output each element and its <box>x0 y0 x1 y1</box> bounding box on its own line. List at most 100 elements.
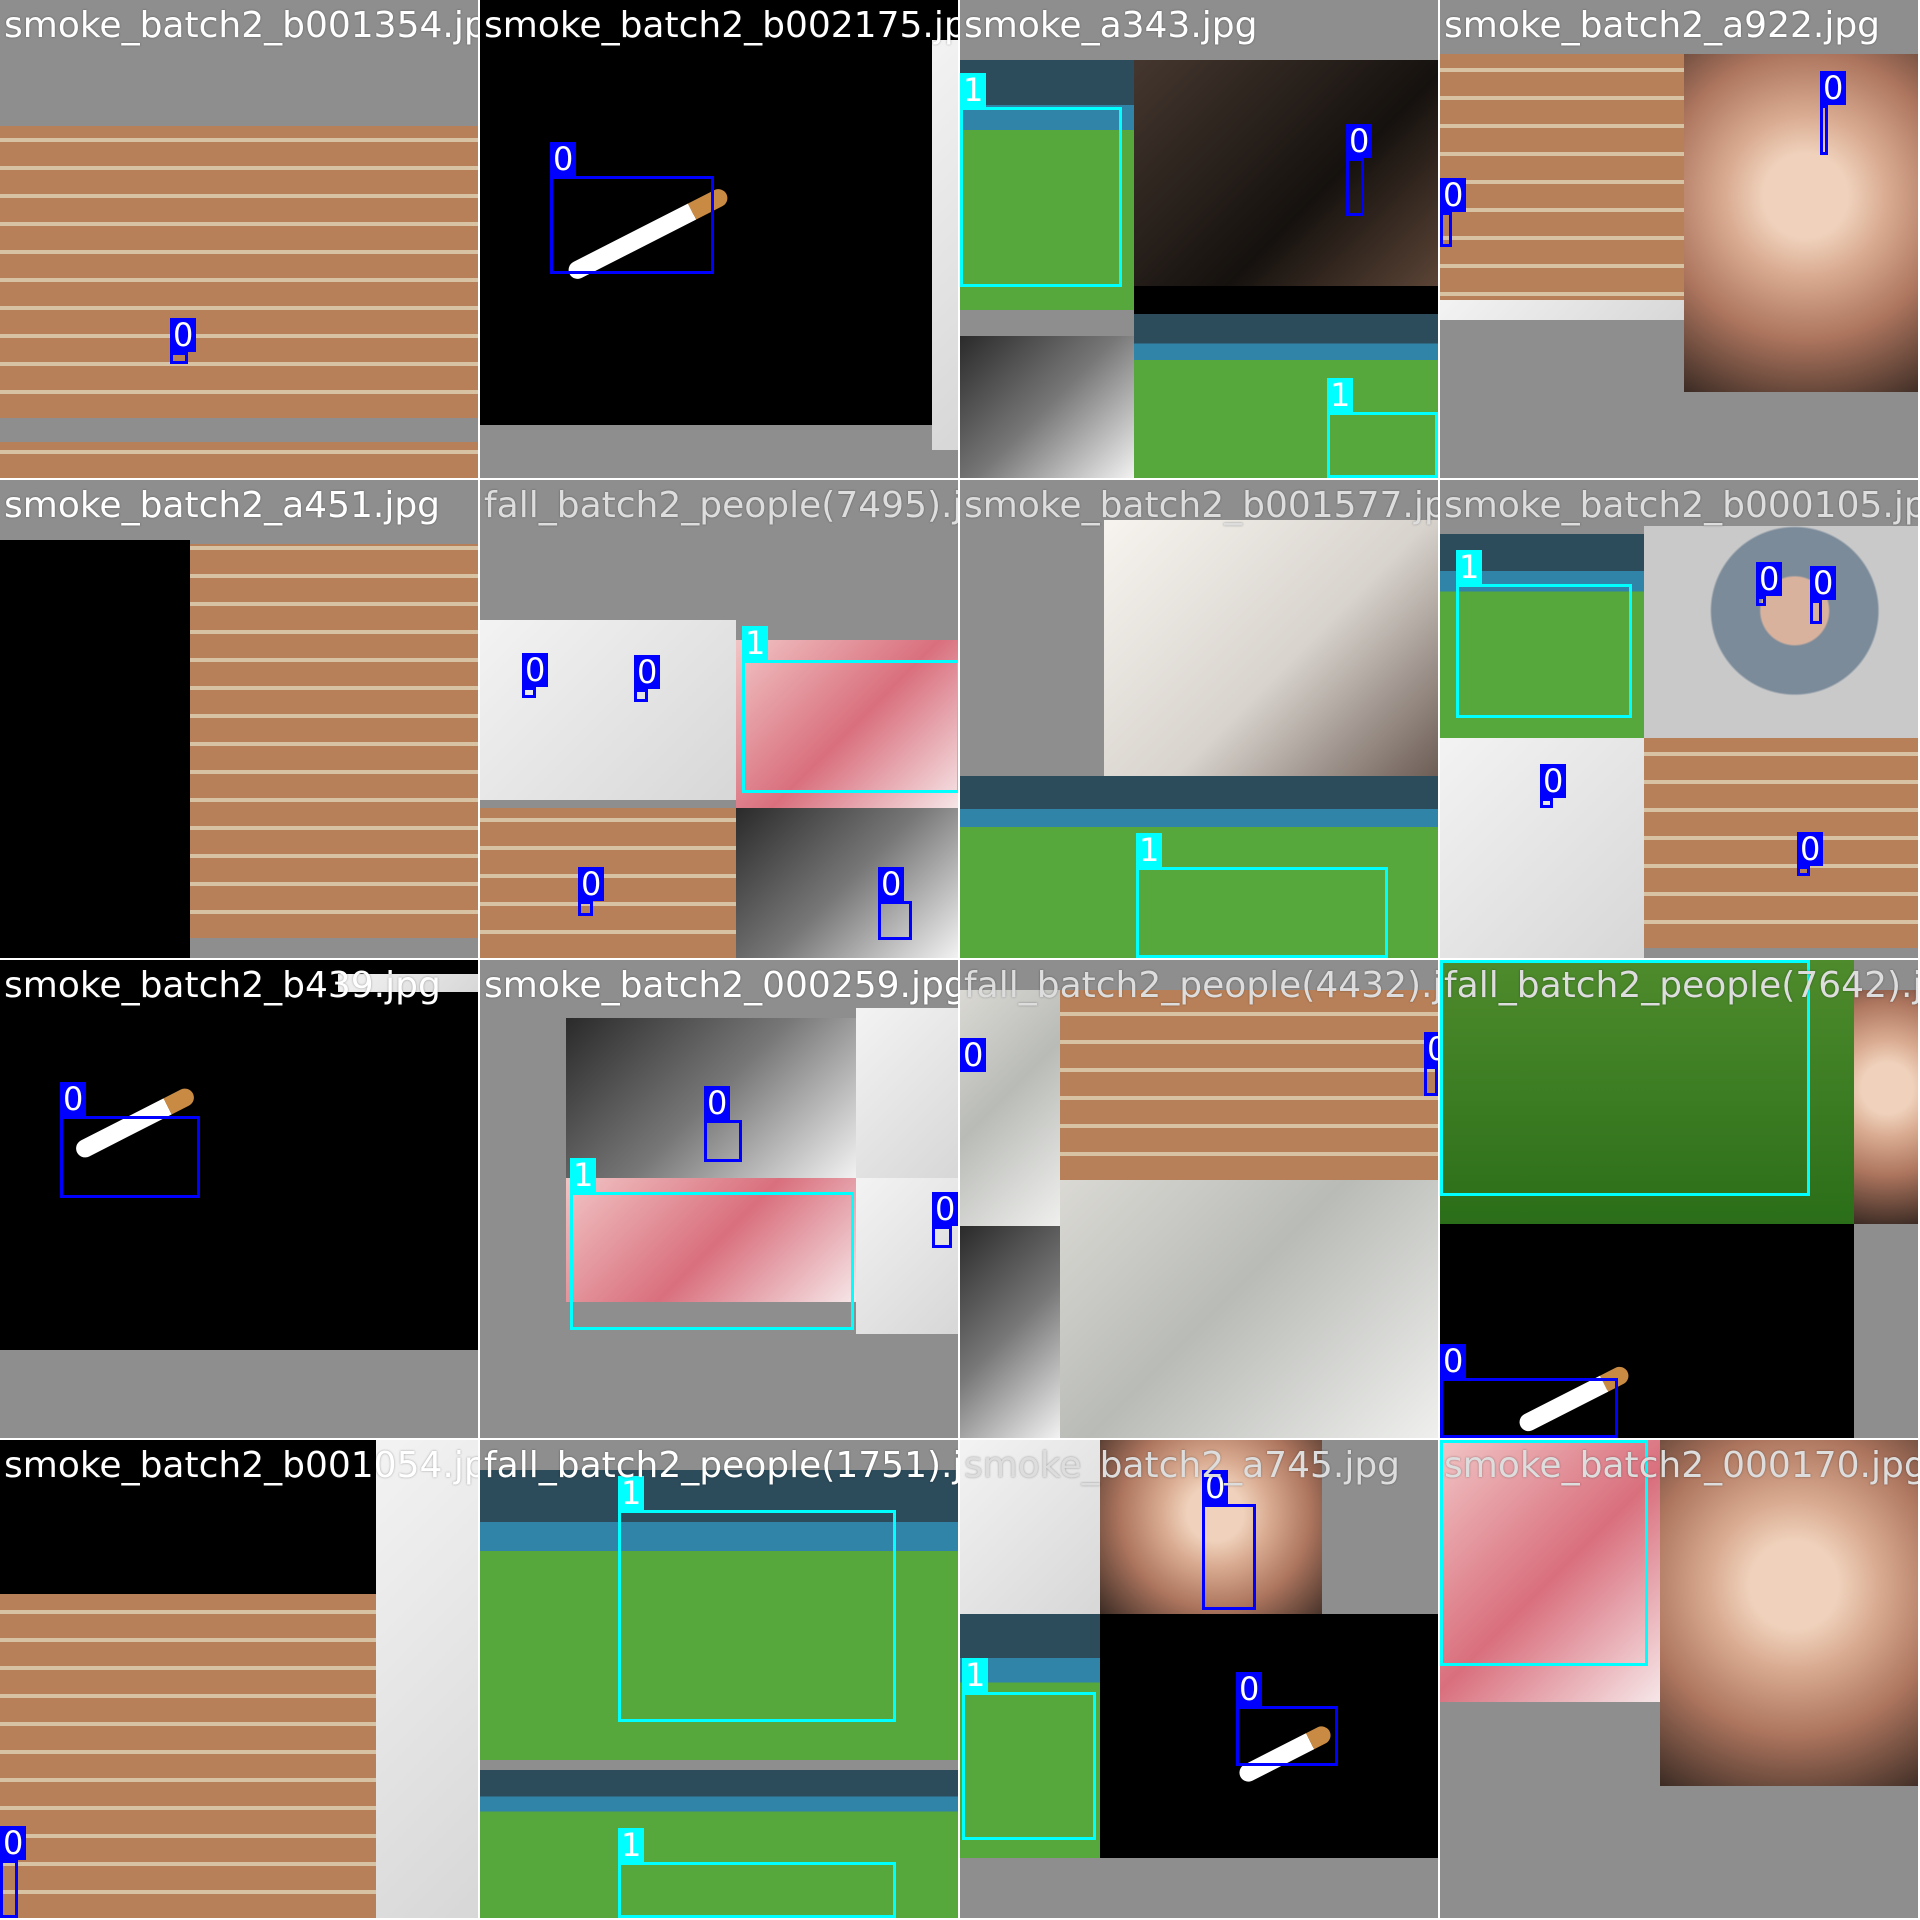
image-tile: smoke_batch2_a451.jpg <box>0 480 478 958</box>
training-batch-mosaic: 0 smoke_batch2_b001354.jpg 0 smoke_batch2_b… <box>0 0 1920 1920</box>
image-tile: 1smoke_batch2_000170.jpg <box>1440 1440 1918 1918</box>
detection-box-class-1: 1 <box>962 1658 1096 1840</box>
detection-box-class-1: 1 <box>618 1476 896 1722</box>
image-content-patch <box>0 442 478 478</box>
detection-box-class-0: 0 <box>1540 764 1567 808</box>
detection-box-class-0: 0 <box>522 653 549 698</box>
image-content-patch <box>1684 54 1918 392</box>
detection-box-class-0: 0 <box>932 1192 958 1248</box>
detection-box-class-1: 1 <box>570 1158 854 1330</box>
image-content-patch <box>960 336 1134 478</box>
detection-label: 0 <box>932 1192 958 1226</box>
image-filename: smoke_a343.jpg <box>964 5 1258 46</box>
detection-label: 0 <box>878 867 905 901</box>
image-content-patch <box>1854 990 1918 1224</box>
detection-box-class-1: 1 <box>1456 550 1632 718</box>
image-content-patch <box>1644 738 1918 948</box>
image-tile: 101fall_batch2_people(7642).jpg <box>1440 960 1918 1438</box>
detection-label: 1 <box>570 1158 597 1192</box>
detection-label: 1 <box>618 1828 645 1862</box>
detection-label: 0 <box>960 1038 987 1072</box>
detection-box-class-1: 1 <box>960 73 1122 287</box>
image-filename: smoke_batch2_b000105.jpg <box>1444 485 1918 526</box>
image-filename: fall_batch2_people(4432).jpg <box>964 965 1438 1006</box>
detection-label: 0 <box>1810 566 1837 600</box>
detection-box-class-0: 0 <box>1756 562 1783 606</box>
detection-label: 0 <box>704 1086 731 1120</box>
detection-label: 0 <box>60 1082 87 1116</box>
detection-box-class-0: 0 <box>1236 1672 1338 1766</box>
detection-label: 1 <box>962 1658 989 1692</box>
detection-box-class-0: 0 <box>170 318 197 364</box>
image-tile: 100001smoke_batch2_b000105.jpg <box>1440 480 1918 958</box>
detection-box-class-0: 0 <box>1440 1344 1618 1438</box>
detection-box-class-0: 0 <box>1346 124 1373 216</box>
image-content-patch <box>1060 990 1438 1180</box>
detection-box-class-0: 0 <box>960 1038 987 1072</box>
image-content-patch <box>1104 520 1438 780</box>
detection-label: 1 <box>960 73 987 107</box>
detection-label: 0 <box>170 318 197 352</box>
detection-box-class-0: 0 <box>1810 566 1837 624</box>
image-content-patch <box>736 808 958 958</box>
detection-label: 0 <box>634 655 661 689</box>
image-content-patch <box>480 808 736 958</box>
detection-label: 1 <box>742 626 769 660</box>
detection-label: 0 <box>1424 1032 1438 1066</box>
detection-label: 0 <box>1820 71 1847 105</box>
image-content-patch <box>932 40 958 450</box>
image-filename: fall_batch2_people(7642).jpg <box>1444 965 1918 1006</box>
image-filename: smoke_batch2_000170.jpg <box>1444 1445 1918 1486</box>
detection-label: 1 <box>1327 378 1354 412</box>
image-content-patch <box>960 1226 1060 1438</box>
detection-box-class-1: 1 <box>1136 833 1388 958</box>
detection-box-class-0: 0 <box>704 1086 742 1162</box>
image-filename: smoke_batch2_b001054.jpg <box>4 1445 478 1486</box>
image-tile: 0 0 fall_batch2_people(4432).jpg <box>960 960 1438 1438</box>
detection-label: 1 <box>1136 833 1163 867</box>
detection-label: 0 <box>578 867 605 901</box>
image-filename: smoke_batch2_a745.jpg <box>964 1445 1401 1486</box>
detection-box-class-0: 0 <box>0 1826 27 1918</box>
image-content-patch <box>1644 526 1918 738</box>
image-content-patch <box>1134 60 1438 286</box>
image-tile: 0 smoke_batch2_b001054.jpg <box>0 1440 478 1918</box>
image-tile: 0 1 0 smoke_batch2_000259.jpg <box>480 960 958 1438</box>
image-tile: 1 smoke_batch2_b001577.jpg <box>960 480 1438 958</box>
detection-box-class-0: 0 <box>1424 1032 1438 1096</box>
detection-box-class-0: 0 <box>878 867 912 940</box>
detection-label: 0 <box>522 653 549 687</box>
detection-label: 0 <box>1540 764 1567 798</box>
detection-label: 0 <box>1440 1344 1467 1378</box>
image-content-patch <box>0 126 478 418</box>
image-filename: smoke_batch2_a451.jpg <box>4 485 441 526</box>
detection-box-class-0: 0 <box>578 867 605 916</box>
detection-label: 0 <box>1440 178 1467 212</box>
detection-box-class-0: 0 <box>1202 1470 1256 1610</box>
detection-box-class-0: 0 <box>1820 71 1847 155</box>
detection-label: 0 <box>0 1826 27 1860</box>
image-tile: 0 0 1 0 0 fall_batch2_people(7495).jpg <box>480 480 958 958</box>
detection-box-class-0: 0 <box>1797 832 1824 876</box>
detection-label: 0 <box>1756 562 1783 596</box>
detection-label: 1 <box>1456 550 1483 584</box>
detection-label: 0 <box>1797 832 1824 866</box>
image-content-patch <box>1660 1440 1918 1786</box>
image-tile: 0 smoke_batch2_b439.jpg <box>0 960 478 1438</box>
image-content-patch <box>1060 1180 1438 1438</box>
image-content-patch <box>190 544 478 938</box>
image-content-patch <box>376 1440 478 1918</box>
detection-box-class-0: 0 <box>1440 178 1467 247</box>
image-content-patch <box>1440 54 1688 320</box>
detection-box-class-0: 0 <box>634 655 661 702</box>
image-tile: 0 0 smoke_batch2_a922.jpg <box>1440 0 1918 478</box>
image-tile: 0 smoke_batch2_b001354.jpg <box>0 0 478 478</box>
image-content-patch <box>0 540 190 958</box>
image-filename: smoke_batch2_b439.jpg <box>4 965 441 1006</box>
detection-box-class-0: 0 <box>550 142 714 274</box>
image-filename: smoke_batch2_a922.jpg <box>1444 5 1881 46</box>
image-tile: 0 smoke_batch2_b002175.jpg <box>480 0 958 478</box>
detection-label: 0 <box>1236 1672 1263 1706</box>
image-filename: fall_batch2_people(1751).jpg <box>484 1445 958 1486</box>
image-filename: smoke_batch2_b001354.jpg <box>4 5 478 46</box>
